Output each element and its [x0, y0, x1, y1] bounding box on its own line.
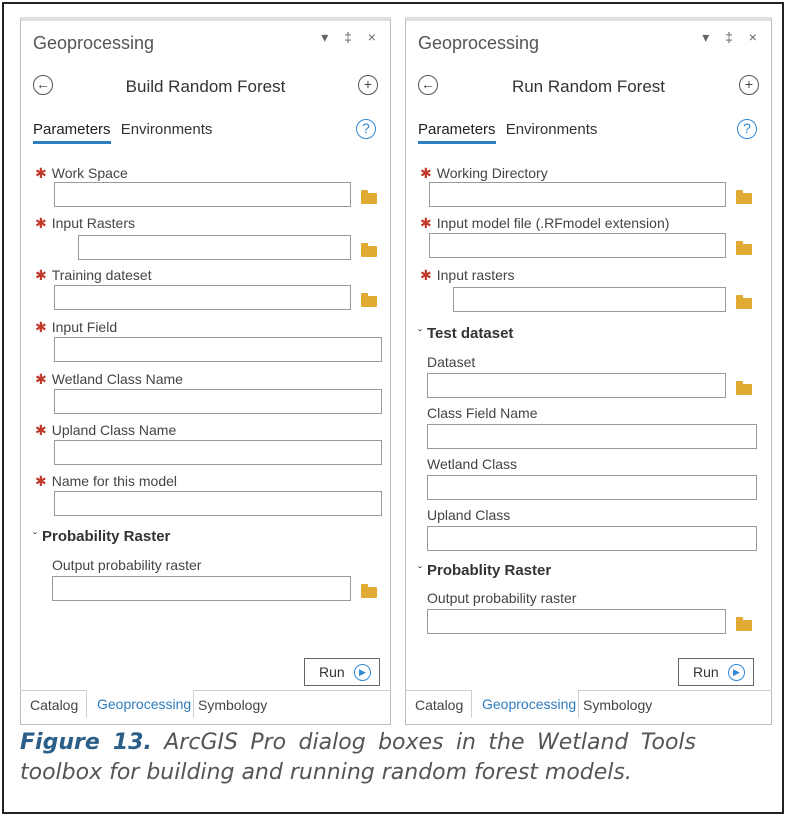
param-label: Output probability raster [427, 590, 577, 606]
param-label: Output probability raster [52, 557, 202, 573]
tab-parameters[interactable]: Parameters [33, 121, 111, 144]
tool-name: Run Random Forest [511, 77, 666, 96]
required-star: ✱ [35, 319, 47, 335]
required-star: ✱ [420, 267, 432, 283]
upland-class-input[interactable] [427, 526, 757, 551]
tab-catalog[interactable]: Catalog [20, 691, 86, 719]
upland-class-name-input[interactable] [54, 440, 382, 465]
tab-catalog[interactable]: Catalog [405, 691, 471, 719]
help-icon[interactable]: ? [737, 119, 757, 139]
folder-icon[interactable] [361, 190, 377, 204]
test-dataset-group[interactable]: ˇ Test dataset [418, 325, 513, 342]
tool-row: ← Build Random Forest + [21, 71, 390, 105]
folder-icon[interactable] [361, 243, 377, 257]
required-star: ✱ [35, 215, 47, 231]
folder-icon[interactable] [736, 295, 752, 309]
pane-header: Geoprocessing ▾ ‡ × [21, 21, 390, 71]
figure-caption: Figure 13. ArcGIS Pro dialog boxes in th… [20, 728, 696, 788]
probability-raster-group[interactable]: ˇ Probablity Raster [418, 562, 551, 579]
model-name-input[interactable] [54, 491, 382, 516]
required-star: ✱ [35, 473, 47, 489]
param-label: Input Field [51, 319, 118, 335]
chevron-down-icon: ˇ [418, 564, 422, 578]
run-button[interactable]: Run ▶ [304, 658, 380, 686]
run-label: Run [319, 664, 345, 680]
required-star: ✱ [35, 165, 47, 181]
dataset-input[interactable] [427, 373, 726, 398]
param-label: Upland Class [427, 507, 511, 523]
class-field-name-input[interactable] [427, 424, 757, 449]
tab-symbology[interactable]: Symbology [583, 691, 673, 719]
tab-symbology[interactable]: Symbology [198, 691, 288, 719]
param-label: Input model file (.RFmodel extension) [436, 215, 670, 231]
tool-name: Build Random Forest [125, 77, 286, 96]
plus-icon[interactable]: + [739, 75, 759, 95]
folder-icon[interactable] [361, 293, 377, 307]
required-star: ✱ [420, 215, 432, 231]
bottom-tabs: Catalog Geoprocessing Symbology [405, 690, 772, 720]
probability-raster-group[interactable]: ˇ Probability Raster [33, 528, 170, 545]
param-tabs: Parameters Environments [33, 121, 218, 144]
bottom-tabs: Catalog Geoprocessing Symbology [20, 690, 391, 720]
wetland-class-name-input[interactable] [54, 389, 382, 414]
param-label: Wetland Class Name [51, 371, 183, 387]
param-label: Work Space [51, 165, 128, 181]
tab-environments[interactable]: Environments [121, 121, 213, 141]
plus-icon[interactable]: + [358, 75, 378, 95]
run-random-forest-pane: Geoprocessing ▾ ‡ × ← Run Random Forest … [405, 17, 772, 725]
param-label: Working Directory [436, 165, 548, 181]
pane-header: Geoprocessing ▾ ‡ × [406, 21, 771, 71]
work-space-input[interactable] [54, 182, 351, 207]
folder-icon[interactable] [736, 617, 752, 631]
tab-geoprocessing[interactable]: Geoprocessing [471, 690, 579, 718]
group-label: Probability Raster [42, 528, 171, 545]
window-controls[interactable]: ▾ ‡ × [321, 29, 382, 46]
chevron-down-icon: ˇ [33, 530, 37, 544]
tab-parameters[interactable]: Parameters [418, 121, 496, 144]
run-label: Run [693, 664, 719, 680]
run-button[interactable]: Run ▶ [678, 658, 754, 686]
tab-geoprocessing[interactable]: Geoprocessing [86, 690, 194, 718]
group-label: Probablity Raster [427, 562, 552, 579]
param-label: Input Rasters [51, 215, 135, 231]
folder-icon[interactable] [361, 584, 377, 598]
output-probability-raster-input[interactable] [427, 609, 726, 634]
window-controls[interactable]: ▾ ‡ × [702, 29, 763, 46]
figure-label: Figure 13. [20, 730, 152, 755]
folder-icon[interactable] [736, 241, 752, 255]
required-star: ✱ [420, 165, 432, 181]
input-model-file-input[interactable] [429, 233, 726, 258]
param-label: Input rasters [436, 267, 515, 283]
group-label: Test dataset [427, 325, 514, 342]
required-star: ✱ [35, 422, 47, 438]
param-label: Dataset [427, 354, 476, 370]
param-label: Name for this model [51, 473, 178, 489]
folder-icon[interactable] [736, 190, 752, 204]
help-icon[interactable]: ? [356, 119, 376, 139]
input-rasters-input[interactable] [453, 287, 726, 312]
working-directory-input[interactable] [429, 182, 726, 207]
param-label: Wetland Class [427, 456, 518, 472]
param-tabs: Parameters Environments [418, 121, 603, 144]
output-probability-raster-input[interactable] [52, 576, 351, 601]
pane-title: Geoprocessing [33, 33, 155, 53]
required-star: ✱ [35, 371, 47, 387]
required-star: ✱ [35, 267, 47, 283]
play-icon: ▶ [354, 664, 371, 681]
pane-title: Geoprocessing [418, 33, 540, 53]
tab-environments[interactable]: Environments [506, 121, 598, 141]
param-label: Upland Class Name [51, 422, 177, 438]
param-label: Training dateset [51, 267, 152, 283]
training-dataset-input[interactable] [54, 285, 351, 310]
build-random-forest-pane: Geoprocessing ▾ ‡ × ← Build Random Fores… [20, 17, 391, 725]
play-icon: ▶ [728, 664, 745, 681]
folder-icon[interactable] [736, 381, 752, 395]
tool-row: ← Run Random Forest + [406, 71, 771, 105]
wetland-class-input[interactable] [427, 475, 757, 500]
input-rasters-input[interactable] [78, 235, 351, 260]
input-field-input[interactable] [54, 337, 382, 362]
chevron-down-icon: ˇ [418, 327, 422, 341]
param-label: Class Field Name [427, 405, 538, 421]
